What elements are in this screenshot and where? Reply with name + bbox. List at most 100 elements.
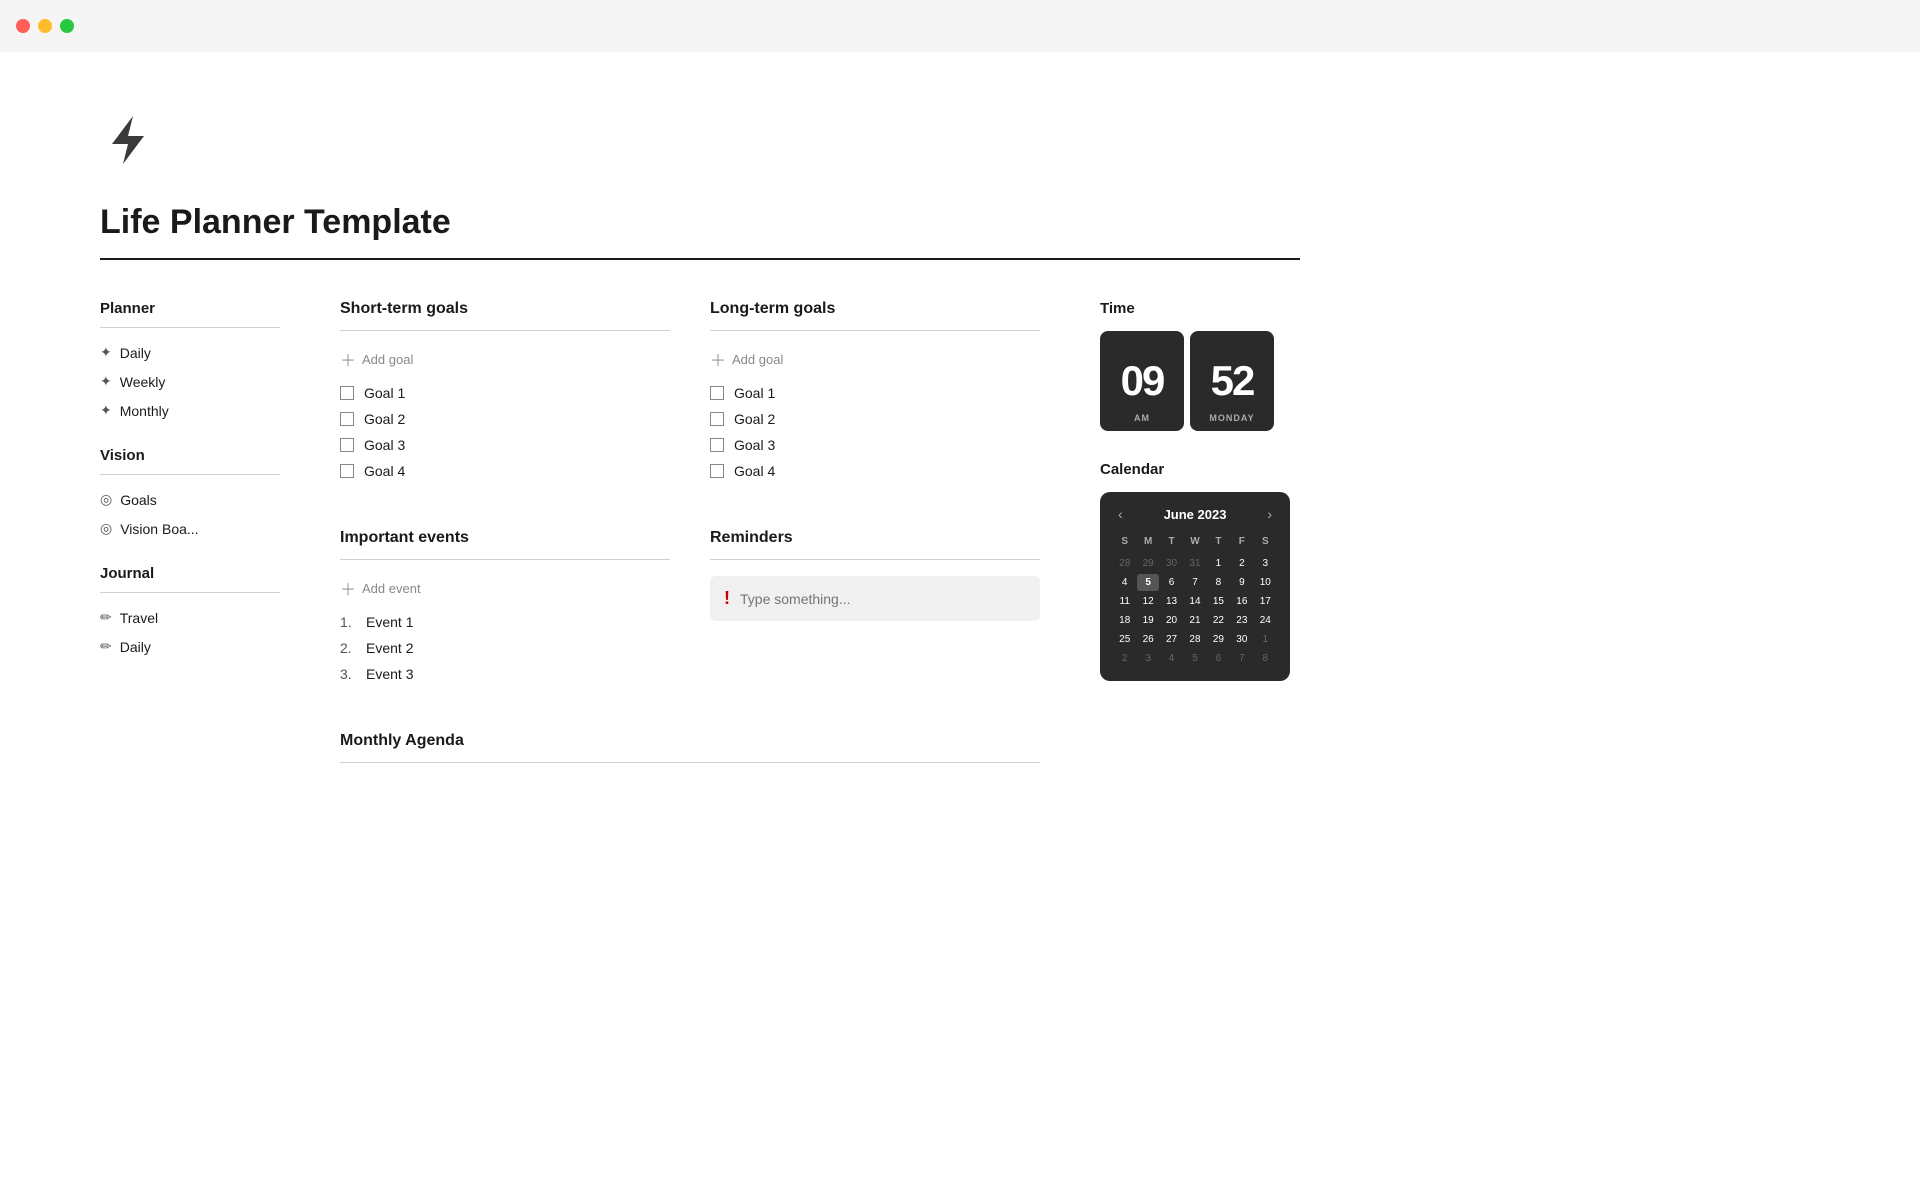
- long-goal-2-checkbox[interactable]: [710, 412, 724, 426]
- cal-day-16[interactable]: 16: [1231, 593, 1252, 610]
- reminder-input[interactable]: [740, 591, 1026, 607]
- add-short-term-goal-button[interactable]: ＋ Add goal: [340, 347, 413, 371]
- short-goal-2-label: Goal 2: [364, 411, 405, 427]
- maximize-button[interactable]: [60, 19, 74, 33]
- cal-day-8[interactable]: 8: [1208, 574, 1229, 591]
- target-icon-goals: ◎: [100, 491, 112, 508]
- calendar-next-button[interactable]: ›: [1263, 506, 1276, 522]
- cal-day-31a[interactable]: 31: [1184, 555, 1205, 572]
- cal-day-29b[interactable]: 29: [1208, 631, 1229, 648]
- cal-day-6[interactable]: 6: [1161, 574, 1182, 591]
- short-goal-3-checkbox[interactable]: [340, 438, 354, 452]
- cal-day-7[interactable]: 7: [1184, 574, 1205, 591]
- cal-day-3b[interactable]: 3: [1137, 650, 1158, 667]
- reminder-warning-icon: !: [724, 588, 730, 609]
- short-goal-4-checkbox[interactable]: [340, 464, 354, 478]
- pen-icon-travel: ✏: [100, 609, 112, 626]
- sidebar-item-journal-daily[interactable]: ✏ Daily: [100, 634, 280, 659]
- cal-day-5b[interactable]: 5: [1184, 650, 1205, 667]
- sidebar-vision-section: Vision ◎ Goals ◎ Vision Boa...: [100, 447, 280, 541]
- sidebar-planner-section: Planner ✦ Daily ✦ Weekly ✦ Monthly: [100, 300, 280, 423]
- long-goal-3: Goal 3: [710, 437, 1040, 453]
- cal-day-13[interactable]: 13: [1161, 593, 1182, 610]
- long-goal-1-label: Goal 1: [734, 385, 775, 401]
- cal-day-12[interactable]: 12: [1137, 593, 1158, 610]
- cal-day-18[interactable]: 18: [1114, 612, 1135, 629]
- cal-day-14[interactable]: 14: [1184, 593, 1205, 610]
- add-event-label: Add event: [362, 581, 421, 596]
- cal-day-15[interactable]: 15: [1208, 593, 1229, 610]
- time-day: MONDAY: [1209, 413, 1254, 423]
- add-event-button[interactable]: ＋ Add event: [340, 576, 421, 600]
- short-goal-4: Goal 4: [340, 463, 670, 479]
- monthly-agenda-section: Monthly Agenda: [340, 732, 1040, 779]
- cal-day-30[interactable]: 30: [1231, 631, 1252, 648]
- short-goal-4-label: Goal 4: [364, 463, 405, 479]
- reminders-divider: [710, 559, 1040, 560]
- sidebar-weekly-label: Weekly: [120, 374, 166, 390]
- calendar-prev-button[interactable]: ‹: [1114, 506, 1127, 522]
- close-button[interactable]: [16, 19, 30, 33]
- cal-day-28a[interactable]: 28: [1114, 555, 1135, 572]
- cal-day-1b[interactable]: 1: [1255, 631, 1276, 648]
- cal-day-24[interactable]: 24: [1255, 612, 1276, 629]
- add-short-plus-icon: ＋: [340, 347, 356, 371]
- cal-day-28b[interactable]: 28: [1184, 631, 1205, 648]
- cal-day-4[interactable]: 4: [1114, 574, 1135, 591]
- add-long-goal-label: Add goal: [732, 352, 783, 367]
- right-panel: Time 09 AM 52 MONDAY Calendar: [1100, 300, 1300, 681]
- cal-header-s2: S: [1255, 534, 1276, 553]
- sidebar-item-travel[interactable]: ✏ Travel: [100, 605, 280, 630]
- cal-day-29a[interactable]: 29: [1137, 555, 1158, 572]
- title-divider: [100, 258, 1300, 260]
- cal-day-25[interactable]: 25: [1114, 631, 1135, 648]
- cal-day-17[interactable]: 17: [1255, 593, 1276, 610]
- cal-day-1[interactable]: 1: [1208, 555, 1229, 572]
- sidebar-item-monthly[interactable]: ✦ Monthly: [100, 398, 280, 423]
- short-goal-2-checkbox[interactable]: [340, 412, 354, 426]
- cal-day-2[interactable]: 2: [1231, 555, 1252, 572]
- event-2: 2. Event 2: [340, 640, 670, 656]
- cal-day-21[interactable]: 21: [1184, 612, 1205, 629]
- sidebar-item-weekly[interactable]: ✦ Weekly: [100, 369, 280, 394]
- cal-day-8b[interactable]: 8: [1255, 650, 1276, 667]
- event-3: 3. Event 3: [340, 666, 670, 682]
- cal-day-20[interactable]: 20: [1161, 612, 1182, 629]
- cal-day-6b[interactable]: 6: [1208, 650, 1229, 667]
- cal-day-26[interactable]: 26: [1137, 631, 1158, 648]
- sun-icon-monthly: ✦: [100, 402, 112, 419]
- pen-icon-daily: ✏: [100, 638, 112, 655]
- long-goal-4-checkbox[interactable]: [710, 464, 724, 478]
- cal-day-9[interactable]: 9: [1231, 574, 1252, 591]
- minimize-button[interactable]: [38, 19, 52, 33]
- long-goal-3-label: Goal 3: [734, 437, 775, 453]
- calendar-grid: S M T W T F S 28 29 30 31 1 2 3: [1114, 534, 1276, 667]
- time-ampm: AM: [1134, 413, 1150, 423]
- add-long-term-goal-button[interactable]: ＋ Add goal: [710, 347, 783, 371]
- cal-day-22[interactable]: 22: [1208, 612, 1229, 629]
- cal-day-19[interactable]: 19: [1137, 612, 1158, 629]
- cal-day-23[interactable]: 23: [1231, 612, 1252, 629]
- short-goal-1: Goal 1: [340, 385, 670, 401]
- add-event-plus-icon: ＋: [340, 576, 356, 600]
- sidebar-journal-divider: [100, 592, 280, 593]
- cal-day-27[interactable]: 27: [1161, 631, 1182, 648]
- long-goal-1-checkbox[interactable]: [710, 386, 724, 400]
- sidebar-item-goals[interactable]: ◎ Goals: [100, 487, 280, 512]
- cal-day-30a[interactable]: 30: [1161, 555, 1182, 572]
- cal-day-10[interactable]: 10: [1255, 574, 1276, 591]
- cal-day-7b[interactable]: 7: [1231, 650, 1252, 667]
- calendar-header: ‹ June 2023 ›: [1114, 506, 1276, 522]
- reminder-input-wrap: !: [710, 576, 1040, 621]
- cal-day-4b[interactable]: 4: [1161, 650, 1182, 667]
- long-term-goals-header: Long-term goals: [710, 300, 1040, 318]
- sidebar-item-visionboard[interactable]: ◎ Vision Boa...: [100, 516, 280, 541]
- short-goal-1-checkbox[interactable]: [340, 386, 354, 400]
- long-goal-3-checkbox[interactable]: [710, 438, 724, 452]
- cal-day-5[interactable]: 5: [1137, 574, 1158, 591]
- cal-day-2b[interactable]: 2: [1114, 650, 1135, 667]
- cal-day-3[interactable]: 3: [1255, 555, 1276, 572]
- cal-day-11[interactable]: 11: [1114, 593, 1135, 610]
- sidebar-visionboard-label: Vision Boa...: [120, 521, 198, 537]
- sidebar-item-daily[interactable]: ✦ Daily: [100, 340, 280, 365]
